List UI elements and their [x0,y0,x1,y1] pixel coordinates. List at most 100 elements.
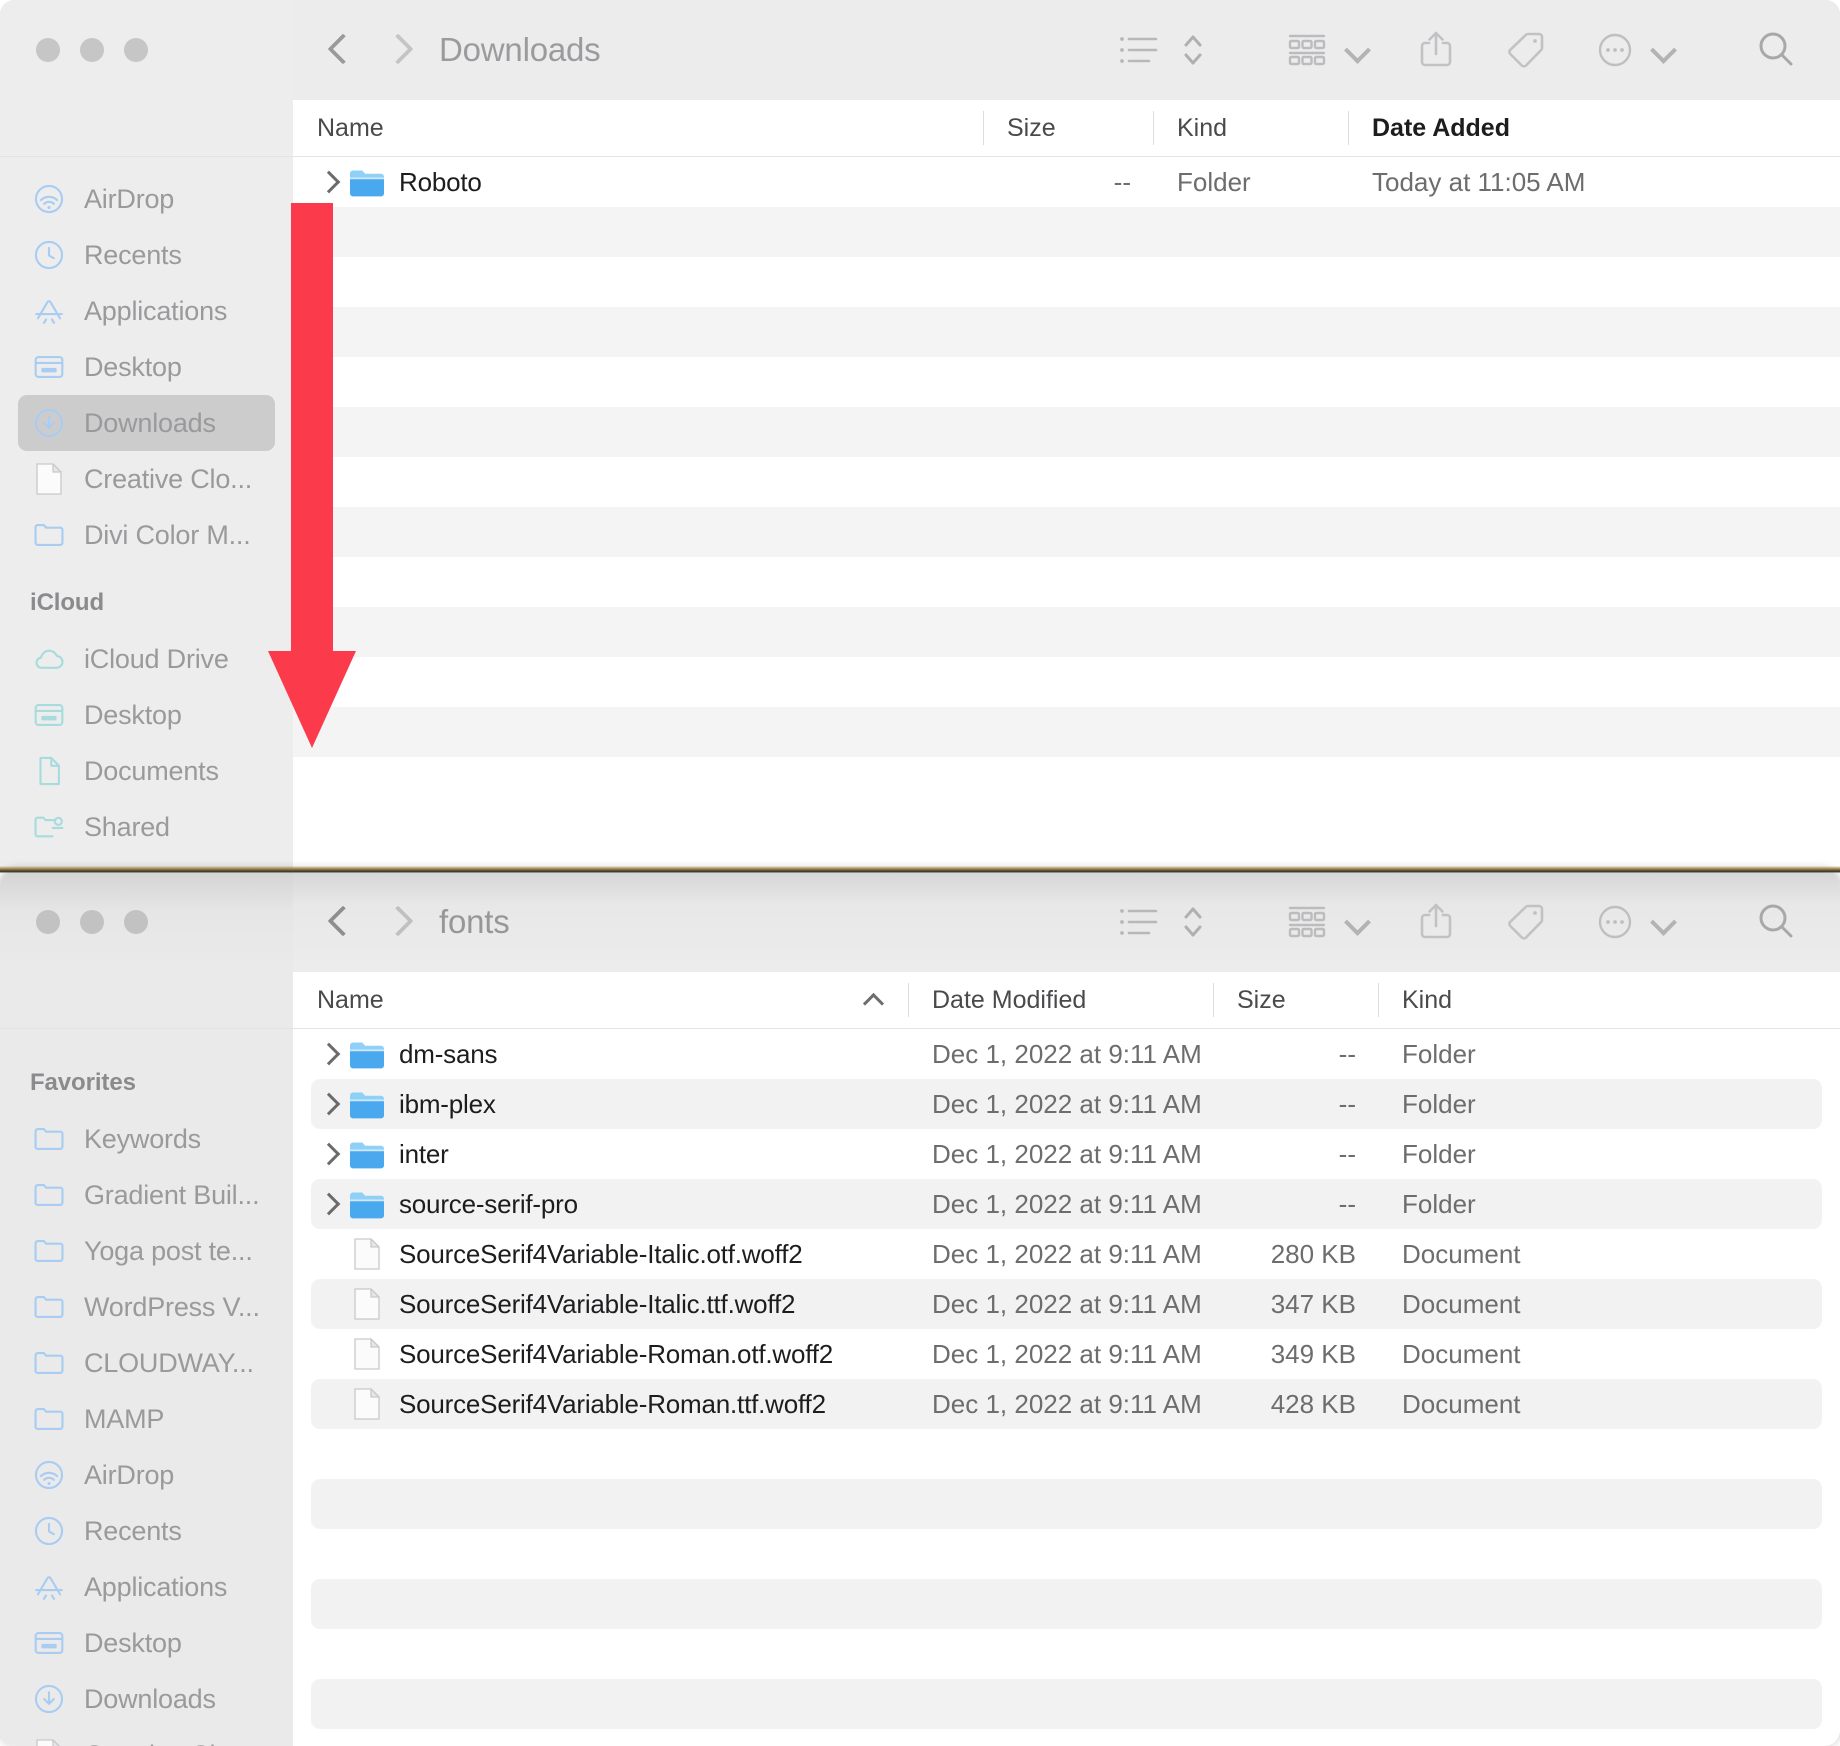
sidebar-item-wordpress-v[interactable]: WordPress V... [18,1279,275,1335]
sidebar-item-desktop[interactable]: Desktop [18,339,275,395]
sidebar-top[interactable]: AirDropRecentsApplicationsDesktopDownloa… [0,157,293,870]
more-actions-chevron-icon[interactable] [1650,909,1676,935]
disclosure-triangle-icon[interactable] [311,165,345,199]
cell-name[interactable]: source-serif-pro [293,1186,908,1222]
finder-window-downloads[interactable]: Downloads [0,0,1840,870]
list-view-icon[interactable] [1118,22,1162,78]
column-header-name[interactable]: Name [293,100,983,156]
disclosure-triangle-icon[interactable] [311,1137,345,1171]
sidebar-item-desktop[interactable]: Desktop [18,1615,275,1671]
navigation-arrows-bottom[interactable] [329,900,407,944]
more-actions-icon[interactable] [1594,894,1636,950]
sidebar-item-applications[interactable]: Applications [18,1559,275,1615]
group-by-icon[interactable] [1284,22,1330,78]
close-button[interactable] [36,910,60,934]
sidebar-item-desktop[interactable]: Desktop [18,687,275,743]
more-actions-chevron-icon[interactable] [1650,37,1676,63]
sidebar-item-shared[interactable]: Shared [18,799,275,855]
cell-name[interactable]: Roboto [293,164,983,200]
traffic-lights-top[interactable] [36,38,148,62]
disclosure-triangle-icon[interactable] [311,1087,345,1121]
table-row[interactable]: interDec 1, 2022 at 9:11 AM--Folder [293,1129,1840,1179]
cell-name[interactable]: dm-sans [293,1036,908,1072]
sidebar-item-gradient-buil[interactable]: Gradient Buil... [18,1167,275,1223]
table-row[interactable]: SourceSerif4Variable-Italic.ttf.woff2Dec… [293,1279,1840,1329]
sidebar-item-downloads[interactable]: Downloads [18,395,275,451]
sidebar-item-applications[interactable]: Applications [18,283,275,339]
minimize-button[interactable] [80,910,104,934]
sidebar-item-divi-color-m[interactable]: Divi Color M... [18,507,275,563]
disclosure-triangle-icon[interactable] [311,1187,345,1221]
empty-row [293,1529,1840,1579]
more-actions-icon[interactable] [1594,22,1636,78]
column-header-date-modified[interactable]: Date Modified [908,972,1213,1028]
table-row[interactable]: SourceSerif4Variable-Roman.ttf.woff2Dec … [293,1379,1840,1429]
cell-size: 349 KB [1213,1339,1378,1370]
table-row[interactable]: SourceSerif4Variable-Italic.otf.woff2Dec… [293,1229,1840,1279]
sidebar-item-label: AirDrop [84,184,174,215]
close-button[interactable] [36,38,60,62]
list-view-icon[interactable] [1118,894,1162,950]
sidebar-item-yoga-post-te[interactable]: Yoga post te... [18,1223,275,1279]
sidebar-item-airdrop[interactable]: AirDrop [18,1447,275,1503]
table-row[interactable]: SourceSerif4Variable-Roman.otf.woff2Dec … [293,1329,1840,1379]
traffic-lights-bottom[interactable] [36,910,148,934]
sidebar-item-icloud-drive[interactable]: iCloud Drive [18,631,275,687]
group-by-chevron-icon[interactable] [1344,909,1370,935]
search-icon[interactable] [1754,22,1798,78]
cell-name[interactable]: SourceSerif4Variable-Roman.otf.woff2 [293,1336,908,1372]
folder-icon [349,1136,385,1172]
file-list-bottom[interactable]: dm-sansDec 1, 2022 at 9:11 AM--Folderibm… [293,1029,1840,1746]
back-icon[interactable] [329,900,355,944]
sidebar-item-mamp[interactable]: MAMP [18,1391,275,1447]
file-list-top[interactable]: Roboto--FolderToday at 11:05 AM [293,157,1840,870]
share-icon[interactable] [1416,22,1456,78]
sidebar-item-cloudway[interactable]: CLOUDWAY... [18,1335,275,1391]
sort-order-icon[interactable] [1180,894,1206,950]
table-row[interactable]: Roboto--FolderToday at 11:05 AM [293,157,1840,207]
sidebar-item-recents[interactable]: Recents [18,1503,275,1559]
table-row[interactable]: source-serif-proDec 1, 2022 at 9:11 AM--… [293,1179,1840,1229]
sidebar-item-creative-clo[interactable]: Creative Clo... [18,1727,275,1746]
sidebar-bottom[interactable]: FavoritesKeywordsGradient Buil...Yoga po… [0,1029,293,1746]
disclosure-triangle-icon[interactable] [311,1037,345,1071]
column-header-kind[interactable]: Kind [1153,100,1348,156]
sidebar-item-airdrop[interactable]: AirDrop [18,171,275,227]
cell-name[interactable]: inter [293,1136,908,1172]
cell-name[interactable]: SourceSerif4Variable-Italic.otf.woff2 [293,1236,908,1272]
share-icon[interactable] [1416,894,1456,950]
finder-window-fonts[interactable]: fonts [0,872,1840,1746]
sidebar-item-label: Recents [84,240,182,271]
table-row[interactable]: dm-sansDec 1, 2022 at 9:11 AM--Folder [293,1029,1840,1079]
column-header-date-added[interactable]: Date Added [1348,100,1840,156]
tag-icon[interactable] [1502,22,1548,78]
sidebar-item-downloads[interactable]: Downloads [18,1671,275,1727]
sidebar-item-recents[interactable]: Recents [18,227,275,283]
toolbar-right-bottom [1118,894,1798,950]
sidebar-item-keywords[interactable]: Keywords [18,1111,275,1167]
navigation-arrows-top[interactable] [329,28,407,72]
cell-kind: Document [1378,1339,1840,1370]
group-by-icon[interactable] [1284,894,1330,950]
column-header-name[interactable]: Name [293,972,908,1028]
sidebar-item-documents[interactable]: Documents [18,743,275,799]
column-header-size[interactable]: Size [1213,972,1378,1028]
cell-name[interactable]: SourceSerif4Variable-Roman.ttf.woff2 [293,1386,908,1422]
cell-name[interactable]: SourceSerif4Variable-Italic.ttf.woff2 [293,1286,908,1322]
sidebar-item-creative-clo[interactable]: Creative Clo... [18,451,275,507]
zoom-button[interactable] [124,910,148,934]
zoom-button[interactable] [124,38,148,62]
sort-order-icon[interactable] [1180,22,1206,78]
table-row[interactable]: ibm-plexDec 1, 2022 at 9:11 AM--Folder [293,1079,1840,1129]
forward-icon[interactable] [381,900,407,944]
cell-date-added: Today at 11:05 AM [1348,167,1840,198]
back-icon[interactable] [329,28,355,72]
minimize-button[interactable] [80,38,104,62]
search-icon[interactable] [1754,894,1798,950]
column-header-kind[interactable]: Kind [1378,972,1840,1028]
cell-name[interactable]: ibm-plex [293,1086,908,1122]
group-by-chevron-icon[interactable] [1344,37,1370,63]
forward-icon[interactable] [381,28,407,72]
column-header-size[interactable]: Size [983,100,1153,156]
tag-icon[interactable] [1502,894,1548,950]
